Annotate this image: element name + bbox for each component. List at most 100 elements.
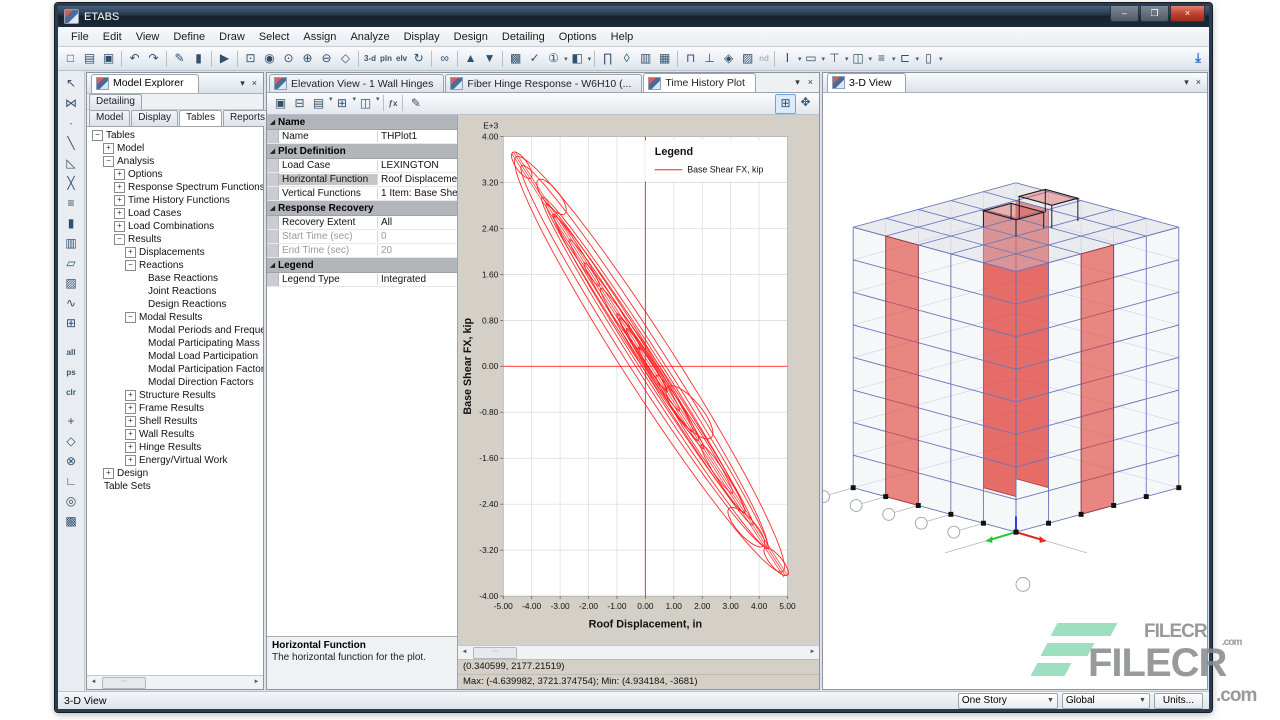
draw-reference-plane-icon[interactable]: ⊞	[61, 314, 81, 333]
tree-item[interactable]: +Time History Functions	[89, 194, 263, 207]
tree-item[interactable]: −Analysis	[89, 155, 263, 168]
collapse-icon[interactable]: −	[125, 260, 136, 271]
tab-display[interactable]: Display	[131, 110, 178, 126]
property-value[interactable]: Roof Displacement	[377, 174, 457, 185]
menu-assign[interactable]: Assign	[296, 29, 343, 45]
tree-item[interactable]: Table Sets	[89, 480, 263, 493]
menu-view[interactable]: View	[129, 29, 167, 45]
quick-draw-secondary-beams-icon[interactable]: ≡	[61, 194, 81, 213]
object-view-option-icon[interactable]: ◧	[568, 50, 587, 68]
tree-item[interactable]: +Structure Results	[89, 389, 263, 402]
snap-to-grid-icon[interactable]: ▩	[61, 512, 81, 531]
menu-design[interactable]: Design	[447, 29, 495, 45]
tree-item[interactable]: Base Reactions	[89, 272, 263, 285]
draw-wall-icon[interactable]: ▥	[636, 50, 655, 68]
chart-svg[interactable]: -5.00-4.00-3.00-2.00-1.000.001.002.003.0…	[458, 115, 819, 645]
download-icon[interactable]: ⤓	[1195, 50, 1201, 66]
draw-joint-icon[interactable]: ∙	[61, 114, 81, 133]
menu-options[interactable]: Options	[552, 29, 604, 45]
tab-elevation-view-1-wall-hinges[interactable]: Elevation View - 1 Wall Hinges	[269, 74, 444, 92]
tree-item[interactable]: +Displacements	[89, 246, 263, 259]
3d-view-canvas[interactable]	[823, 93, 1207, 689]
property-value[interactable]: Integrated	[377, 274, 457, 285]
tree-item[interactable]: Modal Direction Factors	[89, 376, 263, 389]
undo-icon[interactable]: ↶	[125, 50, 144, 68]
export-image-icon[interactable]: ▤	[309, 95, 328, 113]
coordinate-system-combo[interactable]: Global▼	[1062, 693, 1150, 709]
property-category[interactable]: ◢Response Recovery	[267, 201, 457, 216]
frame-section-icon[interactable]: Ⅰ	[778, 50, 797, 68]
menu-select[interactable]: Select	[252, 29, 297, 45]
tee-section-icon[interactable]: ⊤	[825, 50, 844, 68]
tree-item[interactable]: +Energy/Virtual Work	[89, 454, 263, 467]
expand-icon[interactable]: +	[114, 221, 125, 232]
expand-icon[interactable]: +	[114, 208, 125, 219]
tree-item[interactable]: +Model	[89, 142, 263, 155]
tree-item[interactable]: Modal Participation Factors	[89, 363, 263, 376]
tree-item[interactable]: +Options	[89, 168, 263, 181]
draw-grid-icon[interactable]: ⊥	[700, 50, 719, 68]
snap-to-intersections-icon[interactable]: ⊗	[61, 452, 81, 471]
property-value[interactable]: THPlot1	[377, 131, 457, 142]
run-analysis-icon[interactable]: ▶	[215, 50, 234, 68]
draw-section-cut-icon[interactable]: ▨	[738, 50, 757, 68]
tab-detailing[interactable]: Detailing	[89, 94, 142, 111]
maximize-button[interactable]: ❒	[1140, 6, 1169, 22]
pan-icon[interactable]: ◇	[336, 50, 355, 68]
collapse-icon[interactable]: −	[92, 130, 103, 141]
dropdown-caret-icon[interactable]: ▾	[329, 95, 333, 113]
restore-full-view-icon[interactable]: ◉	[260, 50, 279, 68]
expand-icon[interactable]: +	[114, 169, 125, 180]
tree-horizontal-scrollbar[interactable]: ◄ ⋯ ►	[87, 675, 263, 689]
quick-draw-floor-icon[interactable]: ▨	[61, 274, 81, 293]
new-model-icon[interactable]: □	[61, 50, 80, 68]
3d-model-svg[interactable]	[823, 93, 1207, 689]
menu-draw[interactable]: Draw	[212, 29, 252, 45]
tab-tables[interactable]: Tables	[179, 110, 222, 126]
tree-item[interactable]: Modal Load Participation	[89, 350, 263, 363]
tree-item[interactable]: +Response Spectrum Functions	[89, 181, 263, 194]
dropdown-caret-icon[interactable]: ▾	[588, 55, 592, 63]
lock-model-icon[interactable]: ▮	[189, 50, 208, 68]
quick-draw-frame-icon[interactable]: ◺	[61, 154, 81, 173]
explorer-dropdown-icon[interactable]: ▾	[240, 78, 245, 89]
tree-item[interactable]: +Load Combinations	[89, 220, 263, 233]
previous-selection-button[interactable]: ps	[59, 363, 83, 382]
expand-icon[interactable]: +	[125, 403, 136, 414]
snap-to-nearest-icon[interactable]: ◎	[61, 492, 81, 511]
close-button[interactable]: ×	[1170, 6, 1205, 22]
reshape-object-icon[interactable]: ⋈	[61, 94, 81, 113]
dropdown-caret-icon[interactable]: ▾	[939, 55, 943, 63]
tabs-close-icon[interactable]: ×	[808, 77, 813, 88]
tree-item[interactable]: +Wall Results	[89, 428, 263, 441]
tree-item[interactable]: −Modal Results	[89, 311, 263, 324]
property-category[interactable]: ◢Legend	[267, 258, 457, 273]
tree-item[interactable]: Modal Periods and Frequencies	[89, 324, 263, 337]
slab-section-icon[interactable]: ▭	[801, 50, 820, 68]
show-table-icon[interactable]: ⊞	[333, 95, 352, 113]
tab-model[interactable]: Model	[89, 110, 130, 126]
property-value[interactable]: All	[377, 217, 457, 228]
tree-item[interactable]: Modal Participating Mass	[89, 337, 263, 350]
tree-item[interactable]: +Frame Results	[89, 402, 263, 415]
property-row[interactable]: Vertical Functions1 Item: Base Shear FX	[267, 187, 457, 201]
property-value[interactable]: 0	[377, 231, 457, 242]
elevation-view-icon[interactable]: elv	[394, 50, 409, 68]
plot-horizontal-scrollbar[interactable]: ◄ ⋯ ►	[458, 645, 819, 659]
property-category[interactable]: ◢Plot Definition	[267, 144, 457, 159]
function-fx-icon[interactable]: ƒx	[387, 95, 400, 113]
scroll-left-icon[interactable]: ◄	[87, 676, 100, 688]
clear-selection-button[interactable]: clr	[59, 383, 83, 402]
draw-ramp-icon[interactable]: ▦	[655, 50, 674, 68]
scroll-thumb[interactable]: ⋯	[102, 677, 146, 689]
category-collapse-icon[interactable]: ◢	[267, 204, 278, 212]
tree-item[interactable]: Design Reactions	[89, 298, 263, 311]
explorer-close-icon[interactable]: ×	[252, 78, 257, 89]
expand-icon[interactable]: +	[103, 468, 114, 479]
time-history-chart[interactable]: -5.00-4.00-3.00-2.00-1.000.001.002.003.0…	[458, 115, 819, 645]
tendon-section-icon[interactable]: ≡	[872, 50, 891, 68]
dropdown-caret-icon[interactable]: ▾	[376, 95, 380, 113]
nd-load-icon[interactable]: nd	[757, 50, 771, 68]
move-up-in-list-icon[interactable]: ▲	[461, 50, 480, 68]
story-view-combo[interactable]: One Story▼	[958, 693, 1058, 709]
